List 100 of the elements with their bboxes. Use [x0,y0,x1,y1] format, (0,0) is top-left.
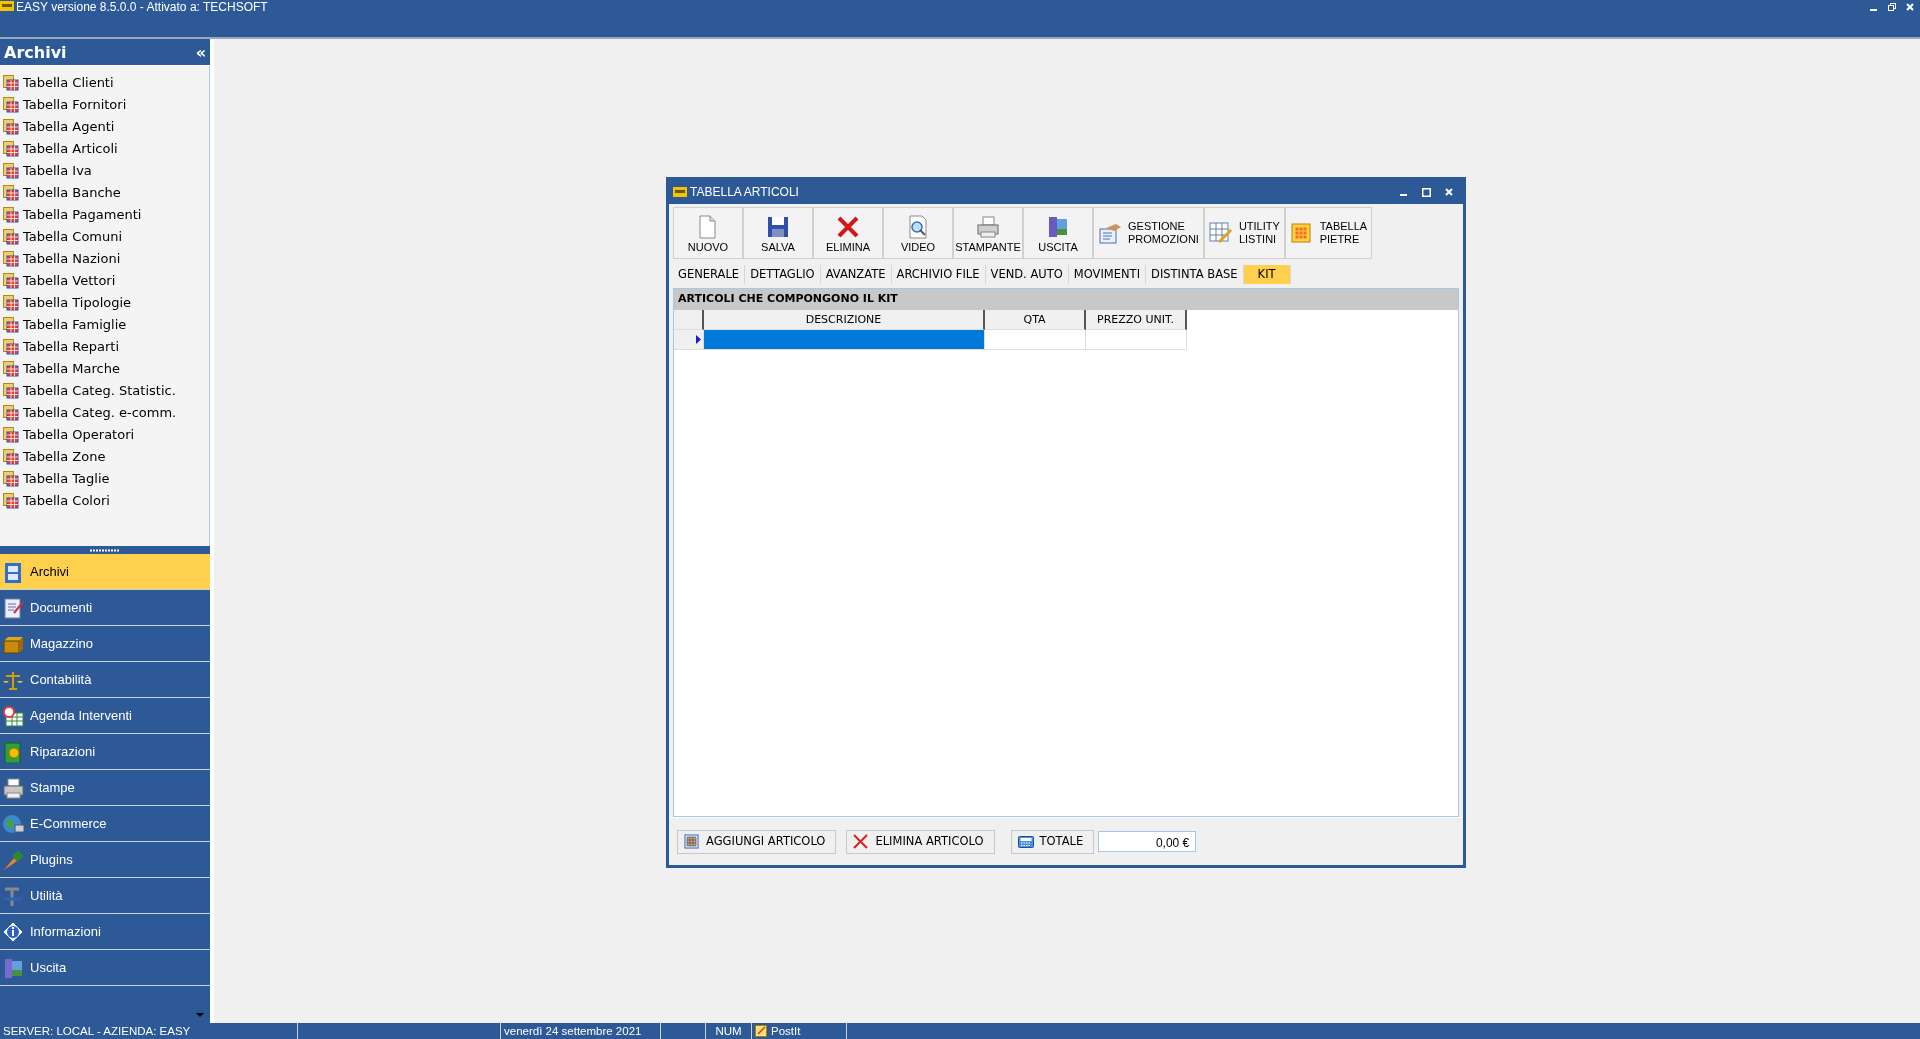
tab[interactable]: KIT [1243,265,1291,285]
info-icon [2,920,24,943]
close-icon[interactable] [1445,187,1453,196]
door-icon [1046,214,1070,239]
toolbar-button[interactable]: TABELLA PIETRE [1284,207,1372,259]
plug-icon [2,848,24,871]
sidebar-item[interactable]: Tabella Categ. Statistic. [0,380,209,402]
row-pointer-icon [696,334,701,344]
cabinet-icon [2,560,24,583]
document-pen-icon [2,596,24,619]
table-icon [3,427,19,443]
globe-icon [2,812,24,835]
sidebar-item[interactable]: Tabella Taglie [0,468,209,490]
grid-pencil-icon [1208,221,1233,245]
table-icon [3,141,19,157]
sidebar-item[interactable]: Tabella Categ. e-comm. [0,402,209,424]
table-cell[interactable] [704,329,985,350]
logo-icon [0,0,14,12]
table-icon [3,75,19,91]
footer-button[interactable]: ELIMINA ARTICOLO [846,829,995,854]
table-icon [3,207,19,223]
column-header[interactable]: PREZZO UNIT. [1086,309,1187,330]
table-icon [3,449,19,465]
footer-button[interactable]: AGGIUNGI ARTICOLO [677,829,837,854]
sidebar-item[interactable]: Tabella Banche [0,182,209,204]
table-icon [3,273,19,289]
table-icon [3,119,19,135]
sidebar-item[interactable]: Tabella Iva [0,160,209,182]
sidebar-item[interactable]: Tabella Clienti [0,72,209,94]
clock-calendar-icon [2,704,24,727]
toolbar-button[interactable]: GESTIONE PROMOZIONI [1093,207,1204,259]
toolbar-button[interactable]: USCITA [1023,207,1093,259]
x-mark-icon [853,833,870,850]
table-icon [3,493,19,509]
sidebar-item[interactable]: Tabella Articoli [0,138,209,160]
section-header: ARTICOLI CHE COMPONGONO IL KIT [674,289,1458,310]
nav-button[interactable]: Archivi [0,554,210,590]
table-icon [3,251,19,267]
grid-icon [684,833,700,850]
sidebar-item[interactable]: Tabella Agenti [0,116,209,138]
column-header[interactable]: DESCRIZIONE [704,309,985,330]
table-icon [3,339,19,355]
sidebar-item[interactable]: Tabella Colori [0,490,209,512]
table-icon [3,383,19,399]
status-text: SERVER: LOCAL - AZIENDA: EASY [0,1023,298,1039]
footer-button[interactable]: TOTALE [1010,829,1095,854]
row-indicator[interactable] [674,329,704,350]
sidebar-item[interactable]: Tabella Zone [0,446,209,468]
restore-icon[interactable] [1888,3,1896,11]
sidebar-item[interactable]: Tabella Famiglie [0,314,209,336]
column-header[interactable]: QTA [985,309,1086,330]
status-num: NUM [706,1023,752,1039]
table-icon [3,405,19,421]
note-pencil-icon [755,1025,767,1037]
logo-icon [673,186,687,198]
table-icon [3,295,19,311]
table-icon [3,185,19,201]
table-icon [3,97,19,113]
magnifier-document-icon [906,214,930,239]
table-cell[interactable] [1086,329,1187,350]
table-icon [3,229,19,245]
printer-icon [976,214,1000,239]
sidebar-item[interactable]: Tabella Vettori [0,270,209,292]
table-cell[interactable] [985,329,1086,350]
toolbar-button[interactable]: VIDEO [883,207,953,259]
maximize-icon[interactable] [1422,187,1431,197]
sidebar-item[interactable]: Tabella Marche [0,358,209,380]
sidebar-item[interactable]: Tabella Comuni [0,226,209,248]
printer-icon [2,776,24,799]
app-title: EASY versione 8.5.0.0 - Attivato a: TECHSOFT [16,0,268,14]
panel-title: Archivi [4,41,67,64]
toolbar-button[interactable]: NUOVO [673,207,743,259]
sidebar-item[interactable]: Tabella Tipologie [0,292,209,314]
total-field: 0,00 € [1098,831,1197,852]
dialog-title: TABELLA ARTICOLI [690,184,799,201]
row-header-corner [674,309,704,330]
toolbar-button[interactable]: STAMPANTE [953,207,1023,259]
door-icon [2,956,24,979]
sidebar-item[interactable]: Tabella Reparti [0,336,209,358]
table-icon [3,361,19,377]
table-icon [3,317,19,333]
toolbar-button[interactable]: UTILITY LISTINI [1203,207,1285,259]
table-icon [3,471,19,487]
status-postit[interactable]: PostIt [752,1023,847,1039]
close-icon[interactable] [1906,3,1914,11]
calculator-icon [1017,833,1034,850]
toolbar-button[interactable]: ELIMINA [813,207,883,259]
toolbar-button[interactable]: SALVA [743,207,813,259]
x-mark-icon [836,214,860,239]
sidebar-item[interactable]: Tabella Fornitori [0,94,209,116]
sidebar-item[interactable]: Tabella Nazioni [0,248,209,270]
grid-icon [1289,221,1314,245]
status-date: venerdì 24 settembre 2021 [501,1023,661,1039]
table-icon [3,163,19,179]
collapse-button[interactable]: « [195,40,206,65]
sidebar-item[interactable]: Tabella Operatori [0,424,209,446]
sidebar-item[interactable]: Tabella Pagamenti [0,204,209,226]
splitter-grip-icon[interactable] [90,548,120,552]
dropdown-arrow-icon[interactable] [196,1013,204,1017]
hand-document-icon [1098,221,1122,245]
